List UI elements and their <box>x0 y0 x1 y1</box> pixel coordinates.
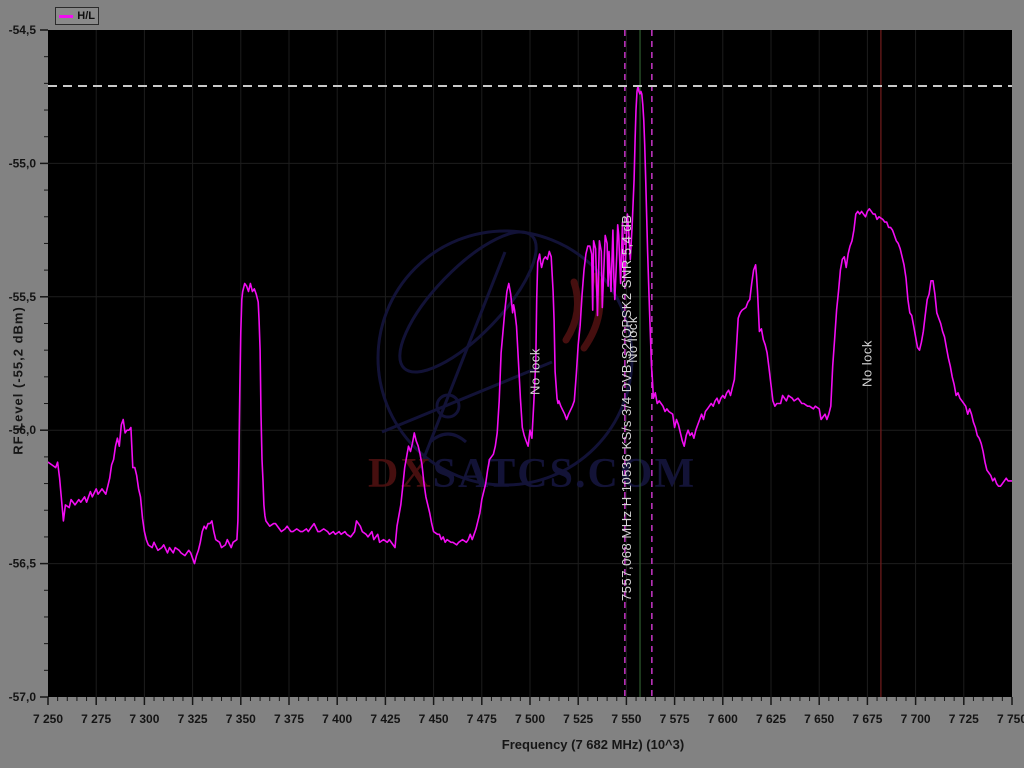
x-tick-label: 7 575 <box>660 712 690 726</box>
legend-swatch-line <box>59 15 73 18</box>
x-tick-label: 7 525 <box>563 712 593 726</box>
x-tick-label: 7 400 <box>322 712 352 726</box>
y-tick-label: -56,5 <box>9 557 37 571</box>
x-tick-label: 7 275 <box>81 712 111 726</box>
legend-label: H/L <box>77 11 95 22</box>
y-tick-label: -57,0 <box>9 690 37 704</box>
y-axis-title: RF Level (-55,2 dBm) <box>11 266 26 496</box>
x-tick-label: 7 300 <box>129 712 159 726</box>
no-lock-annotation: No lock <box>859 340 874 387</box>
carrier-info-annotation: 7557,068 MHz H 10536 KS/s 3/4 DVB-S2/QPS… <box>619 215 634 601</box>
legend[interactable]: H/L <box>55 7 99 25</box>
no-lock-annotation: No lock <box>528 348 543 395</box>
spectrum-analyzer-screen: DXSATCS.COM7557,068 MHz H 10536 KS/s 3/4… <box>0 0 1024 768</box>
x-tick-label: 7 700 <box>901 712 931 726</box>
x-tick-label: 7 500 <box>515 712 545 726</box>
x-tick-label: 7 450 <box>419 712 449 726</box>
y-tick-label: -55,0 <box>9 156 37 170</box>
y-tick-label: -54,5 <box>9 23 37 37</box>
x-tick-label: 7 550 <box>611 712 641 726</box>
x-tick-label: 7 475 <box>467 712 497 726</box>
x-axis-title: Frequency (7 682 MHz) (10^3) <box>448 737 738 752</box>
x-tick-label: 7 750 <box>997 712 1024 726</box>
watermark-text: DXSATCS.COM <box>368 451 696 497</box>
spectrum-chart: DXSATCS.COM7557,068 MHz H 10536 KS/s 3/4… <box>0 0 1024 768</box>
x-tick-label: 7 325 <box>178 712 208 726</box>
x-tick-label: 7 675 <box>852 712 882 726</box>
x-tick-label: 7 625 <box>756 712 786 726</box>
x-tick-label: 7 375 <box>274 712 304 726</box>
x-tick-label: 7 425 <box>370 712 400 726</box>
no-lock-annotation: No lock <box>625 316 640 363</box>
x-tick-label: 7 350 <box>226 712 256 726</box>
x-tick-label: 7 725 <box>949 712 979 726</box>
x-tick-label: 7 650 <box>804 712 834 726</box>
x-tick-label: 7 250 <box>33 712 63 726</box>
x-tick-label: 7 600 <box>708 712 738 726</box>
